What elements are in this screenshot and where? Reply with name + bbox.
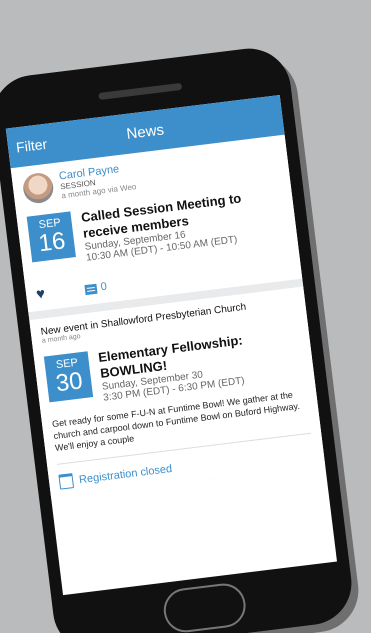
registration-label: Registration closed	[78, 462, 173, 486]
calendar-icon	[58, 473, 75, 490]
event-day: 30	[54, 367, 85, 398]
event-date-badge: SEP 30	[43, 351, 94, 403]
feed-card-2[interactable]: New event in Shallowford Presbyterian Ch…	[29, 286, 326, 499]
phone-frame: Filter News Carol Payne SESSION a month …	[0, 43, 357, 633]
avatar[interactable]	[21, 171, 55, 205]
registration-status[interactable]: Registration closed	[58, 444, 314, 490]
home-button[interactable]	[161, 581, 249, 633]
news-feed: Carol Payne SESSION a month ago via Weo …	[10, 134, 326, 499]
stage: Filter News Carol Payne SESSION a month …	[0, 0, 371, 633]
app-screen: Filter News Carol Payne SESSION a month …	[5, 94, 338, 596]
comment-count[interactable]: 0	[100, 280, 108, 293]
speaker-grille	[98, 82, 183, 101]
event-date-badge: SEP 16	[26, 211, 76, 263]
event-day: 16	[37, 227, 67, 258]
comment-icon[interactable]	[84, 283, 98, 295]
heart-icon[interactable]: ♥	[35, 285, 46, 303]
